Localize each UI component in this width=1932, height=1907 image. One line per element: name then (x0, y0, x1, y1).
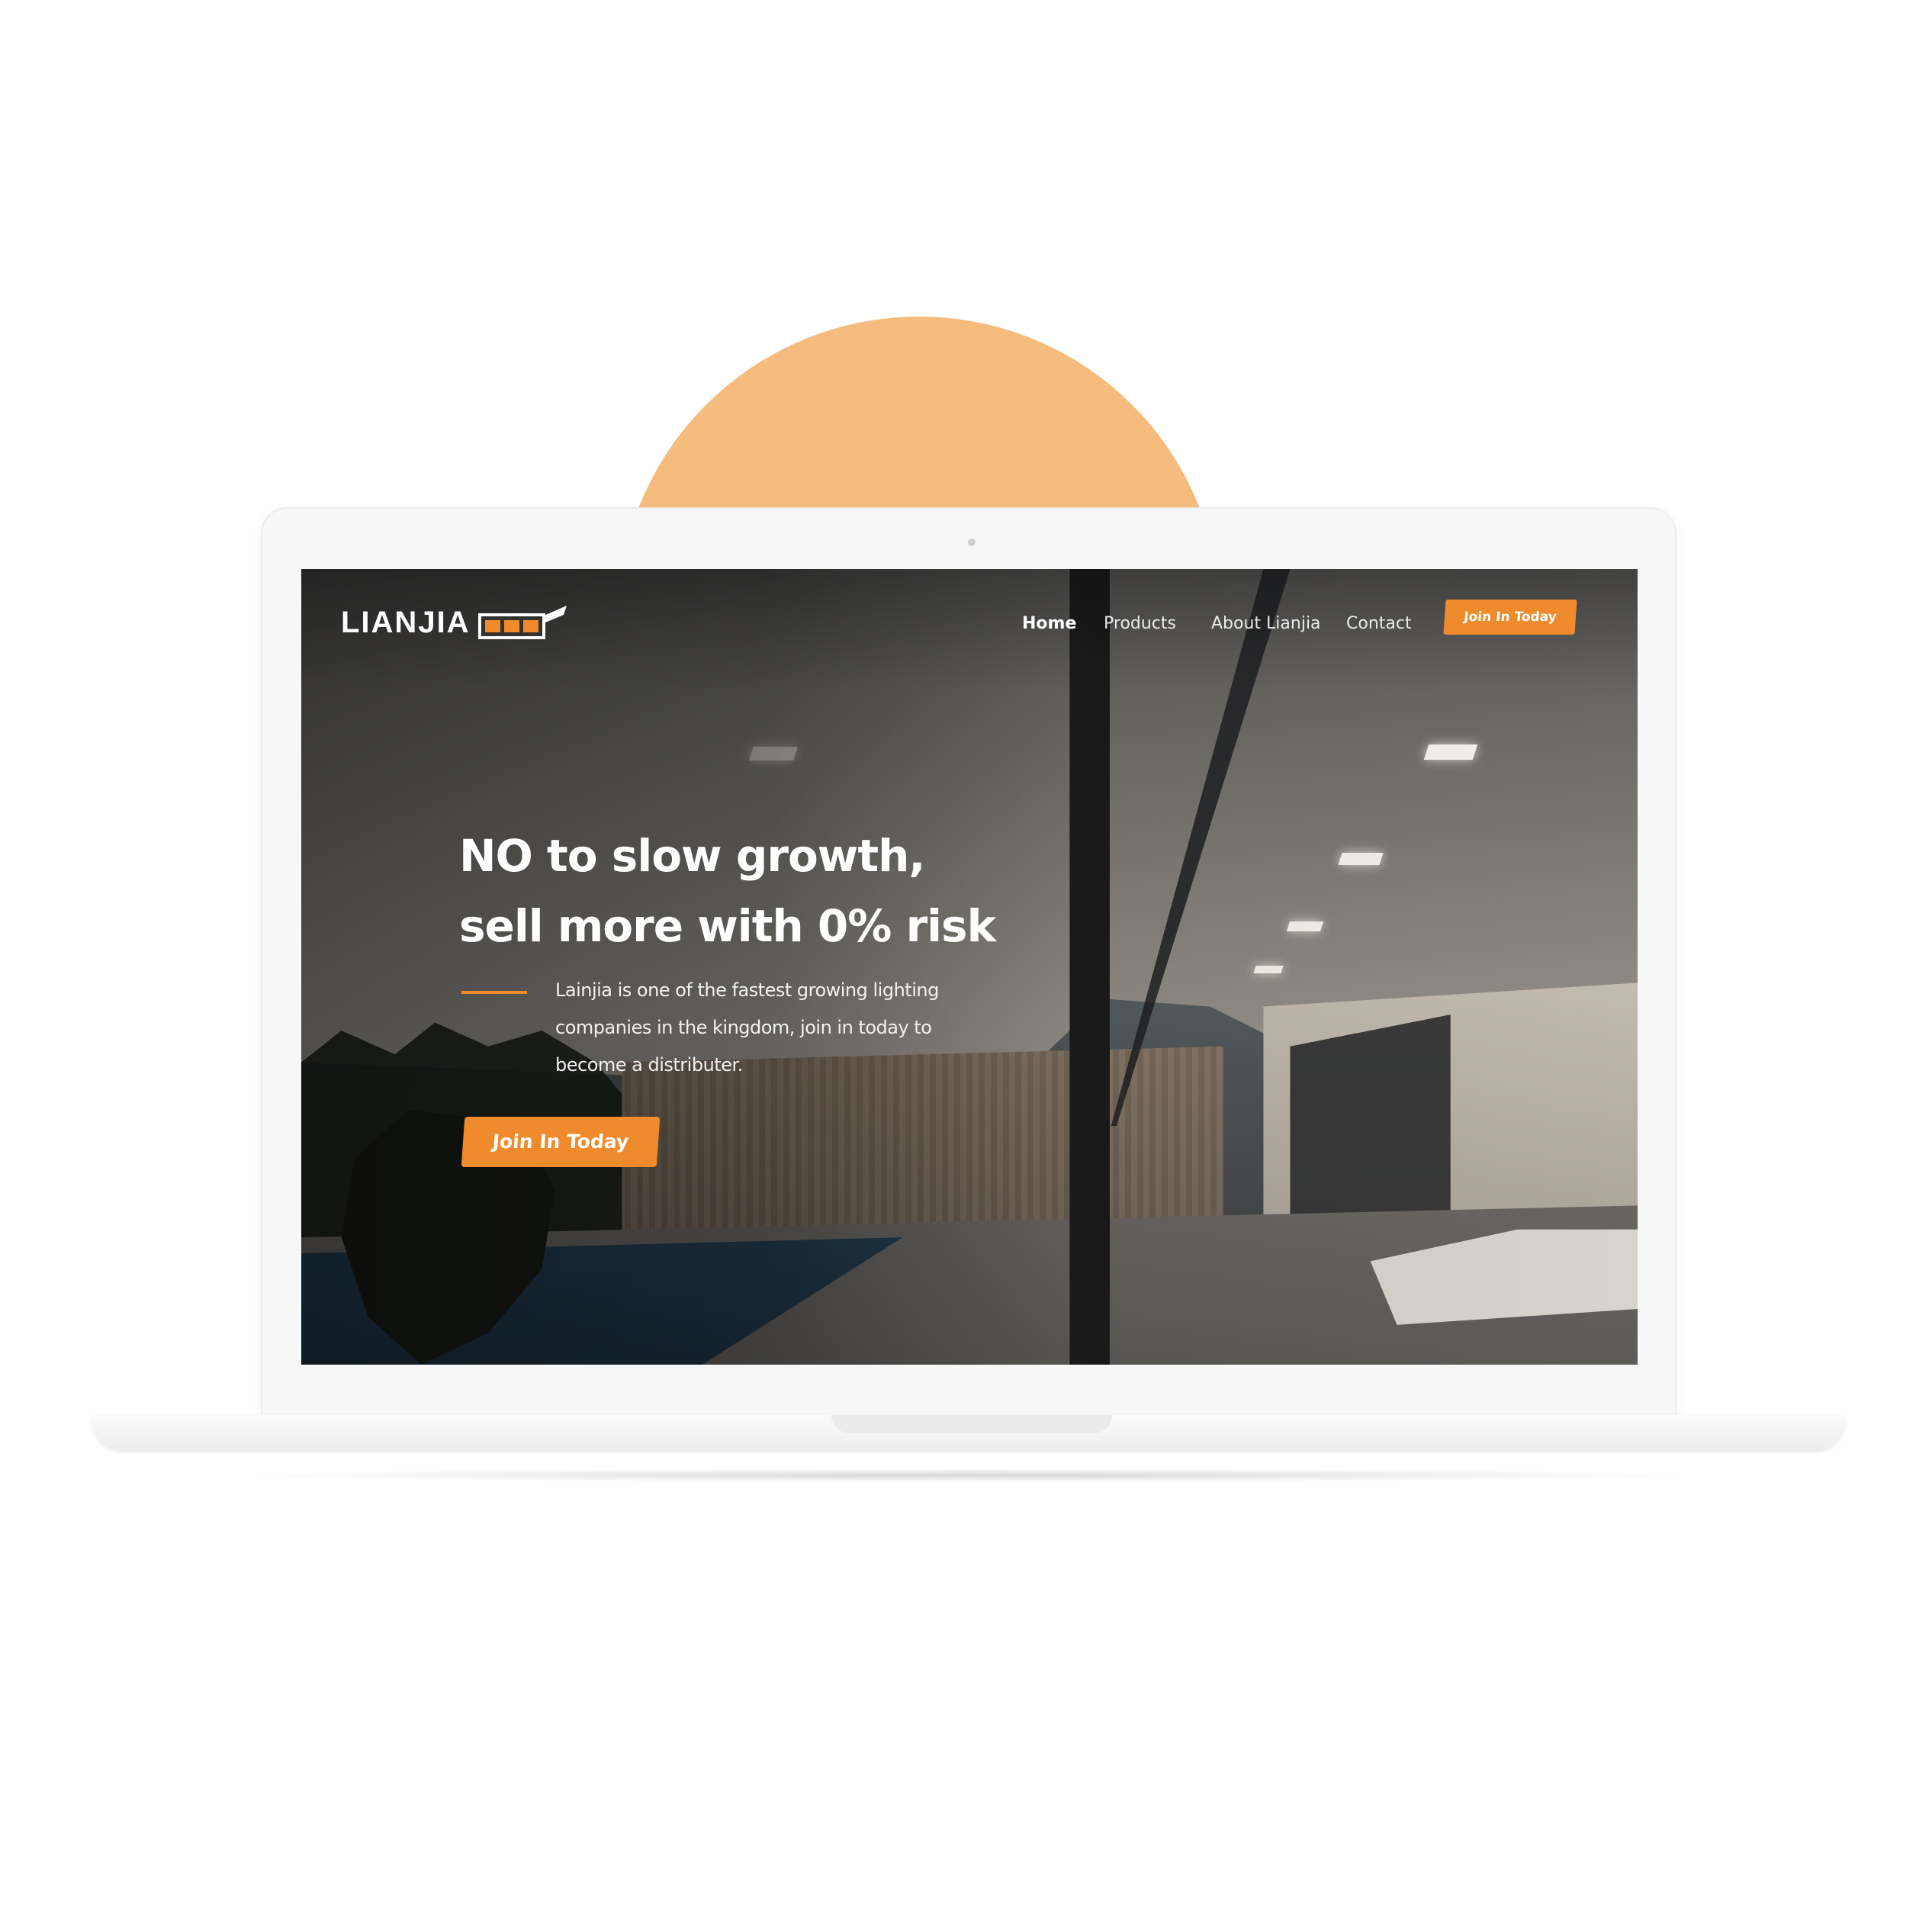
nav-products[interactable]: Products (1104, 609, 1176, 639)
hero-join-button[interactable]: Join In Today (461, 1117, 661, 1167)
nav-join-button[interactable]: Join In Today (1443, 600, 1577, 635)
description-line: Lainjia is one of the fastest growing li… (555, 979, 939, 1001)
laptop-shadow (240, 1468, 1697, 1482)
description-line: become a distributer. (555, 1054, 743, 1076)
nav-about[interactable]: About Lianjia (1211, 609, 1321, 639)
description-line: companies in the kingdom, join in today … (555, 1017, 932, 1038)
nav-home[interactable]: Home (1022, 609, 1076, 639)
hero-description: Lainjia is one of the fastest growing li… (555, 972, 982, 1084)
camera-dot (968, 539, 976, 546)
nav-contact[interactable]: Contact (1346, 609, 1412, 639)
laptop-notch (831, 1415, 1112, 1433)
hero-headline: NO to slow growth, sell more with 0% ris… (459, 821, 1054, 961)
main-nav: Home Products About Lianjia Contact (301, 609, 1638, 639)
laptop-screen: LIANJIA Home Products About Lianjia Cont… (301, 569, 1638, 1365)
headline-line: sell more with 0% risk (459, 900, 996, 952)
accent-divider (461, 991, 527, 994)
headline-line: NO to slow growth, (459, 830, 925, 882)
